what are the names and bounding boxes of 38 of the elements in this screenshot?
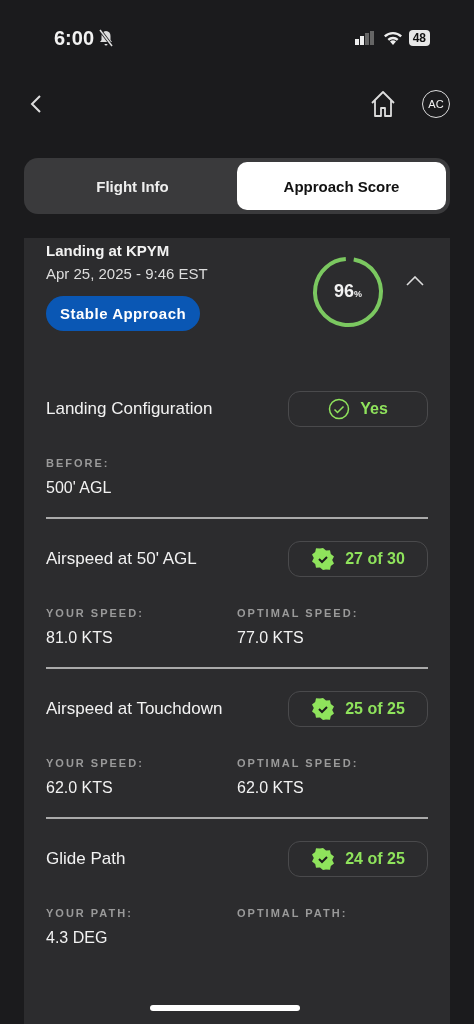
field-label: BEFORE: (46, 457, 110, 469)
check-circle-icon (328, 398, 351, 420)
landing-title: Landing at KPYM (46, 242, 170, 259)
field-label: OPTIMAL SPEED: (237, 607, 359, 619)
muted-bell-icon (98, 29, 115, 47)
field-value: 62.0 KTS (237, 779, 304, 797)
field-label: OPTIMAL SPEED: (237, 757, 359, 769)
metric-name: Airspeed at 50' AGL (46, 549, 197, 569)
field-label: YOUR SPEED: (46, 607, 144, 619)
field-value: 81.0 KTS (46, 629, 113, 647)
wifi-icon (382, 31, 403, 45)
status-badge: Stable Approach (46, 296, 201, 331)
result-text: 25 of 25 (345, 700, 405, 718)
metric-name: Glide Path (46, 849, 126, 869)
field-value: 62.0 KTS (46, 779, 113, 797)
result-text: 27 of 30 (345, 550, 405, 568)
verified-badge-icon (311, 697, 336, 721)
verified-badge-icon (311, 547, 336, 571)
battery-level: 48 (408, 30, 430, 46)
clock-time: 6:00 (54, 26, 95, 50)
signal-icon (354, 31, 375, 45)
collapse-chevron-icon[interactable] (406, 276, 424, 286)
verified-badge-icon (311, 847, 336, 871)
tab[interactable]: Approach Score (237, 162, 446, 210)
result-text: 24 of 25 (345, 850, 405, 868)
score-percent: 96% (332, 281, 363, 302)
field-value: 4.3 DEG (46, 929, 108, 947)
result-text: Yes (360, 400, 388, 418)
field-value: 500' AGL (46, 479, 112, 497)
metric-name: Airspeed at Touchdown (46, 699, 223, 719)
field-label: YOUR PATH: (46, 907, 133, 919)
field-label: OPTIMAL PATH: (237, 907, 348, 919)
metric-name: Landing Configuration (46, 399, 213, 419)
landing-date: Apr 25, 2025 - 9:46 EST (46, 265, 208, 282)
back-chevron-icon[interactable] (30, 94, 42, 114)
field-value: 77.0 KTS (237, 629, 304, 647)
tab[interactable]: Flight Info (28, 162, 237, 210)
field-label: YOUR SPEED: (46, 757, 144, 769)
